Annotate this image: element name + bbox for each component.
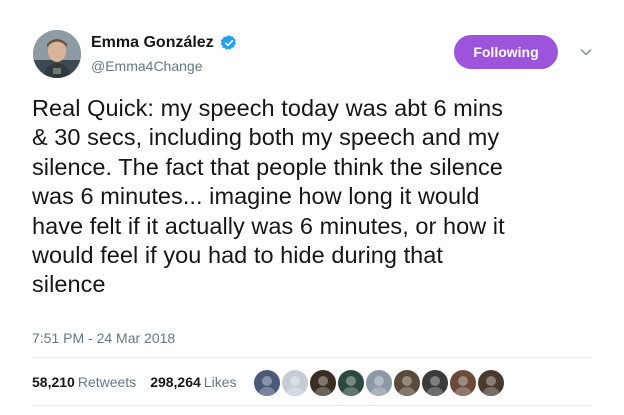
author-handle[interactable]: @Emma4Change [91,58,203,74]
author-name[interactable]: Emma González [91,34,214,52]
liker-avatar[interactable] [253,369,281,397]
likes-stat[interactable]: 298,264 Likes [150,374,236,390]
liker-avatar[interactable] [281,369,309,397]
liker-avatar[interactable] [309,369,337,397]
liker-avatar[interactable] [393,369,421,397]
retweets-label: Retweets [77,374,137,390]
tweet-card: Emma González @Emma4Change Following Rea… [0,0,624,415]
following-button[interactable]: Following [454,35,558,69]
retweets-stat[interactable]: 58,210 Retweets [32,374,136,390]
avatar-image [398,376,416,396]
likes-label: Likes [203,374,237,390]
avatar-image [258,376,276,396]
author-name-row: Emma González [91,34,238,52]
avatar-image [454,376,472,396]
retweets-count: 58,210 [32,374,75,390]
liker-avatars [253,369,505,397]
avatar-image [370,376,388,396]
chevron-down-icon[interactable] [578,44,594,60]
liker-avatar[interactable] [337,369,365,397]
avatar-image [342,376,360,396]
liker-avatar[interactable] [421,369,449,397]
likes-count: 298,264 [150,374,201,390]
divider [32,405,592,406]
tweet-stats: 58,210 Retweets 298,264 Likes [32,374,236,390]
tweet-timestamp[interactable]: 7:51 PM - 24 Mar 2018 [32,330,175,346]
verified-badge-icon [220,34,238,52]
avatar-image [482,376,500,396]
avatar-image [286,376,304,396]
avatar-image [426,376,444,396]
tweet-text: Real Quick: my speech today was abt 6 mi… [32,95,505,298]
divider [32,357,592,358]
avatar-image [314,376,332,396]
liker-avatar[interactable] [449,369,477,397]
avatar-image [33,30,81,78]
liker-avatar[interactable] [365,369,393,397]
author-avatar[interactable] [33,30,81,78]
liker-avatar[interactable] [477,369,505,397]
